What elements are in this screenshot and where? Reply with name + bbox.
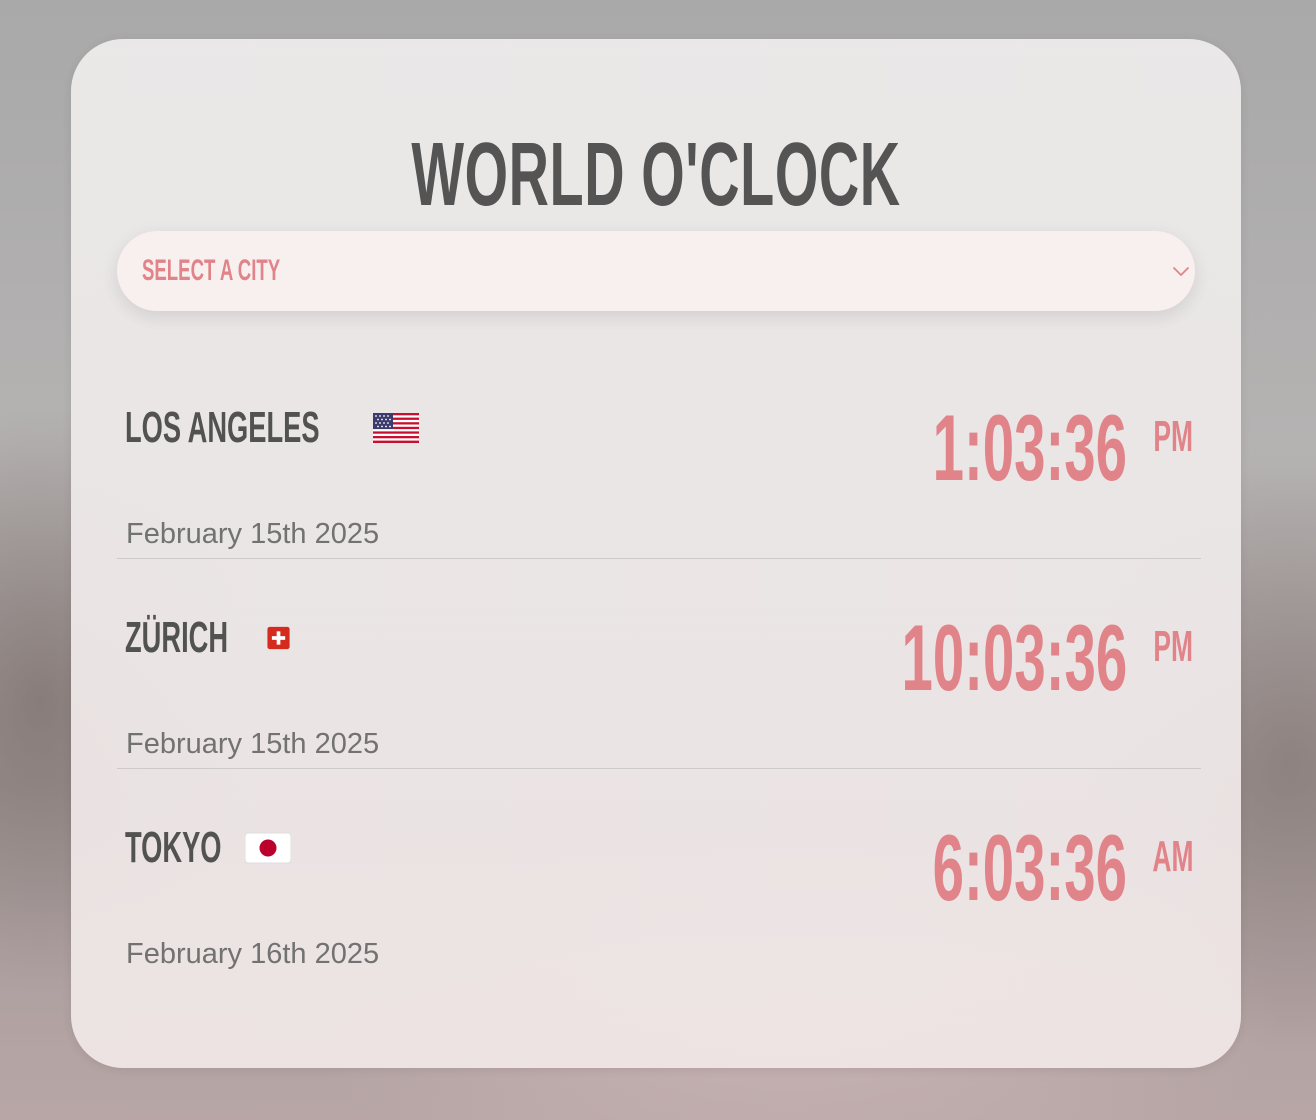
time-digits: 10:03:36 [901, 605, 1127, 710]
city-name-row: TOKYO [125, 823, 291, 873]
city-name-row: ZÜRICH [125, 613, 297, 663]
city-date: February 16th 2025 [126, 938, 380, 970]
page-title: WORLD O'CLOCK [411, 125, 901, 225]
city-select-label: SELECT A CITY [142, 254, 281, 287]
city-row-los-angeles: LOS ANGELES February 15th 2025 1:03:36 P… [117, 348, 1201, 559]
city-name-row: LOS ANGELES [125, 403, 419, 453]
city-row-tokyo: TOKYO February 16th 2025 6:03:36 AM [117, 768, 1201, 978]
city-date: February 15th 2025 [126, 728, 380, 760]
time-digits: 6:03:36 [932, 815, 1127, 920]
city-name: LOS ANGELES [125, 403, 320, 452]
chevron-down-icon [1173, 267, 1189, 276]
time-period: AM [1151, 832, 1193, 881]
world-clock-card: WORLD O'CLOCK SELECT A CITY LOS ANGELES [71, 39, 1241, 1068]
time-period: PM [1153, 412, 1193, 461]
city-name: ZÜRICH [125, 613, 229, 662]
city-date: February 15th 2025 [126, 518, 380, 550]
time-digits: 1:03:36 [932, 395, 1127, 500]
city-select[interactable]: SELECT A CITY [117, 231, 1195, 311]
us-flag-icon [372, 413, 419, 443]
japan-flag-icon [244, 832, 291, 864]
city-row-zurich: ZÜRICH February 15th 2025 10:03:36 PM [117, 558, 1201, 769]
time-period: PM [1153, 622, 1193, 671]
switzerland-flag-icon [267, 626, 290, 650]
city-name: TOKYO [125, 823, 222, 872]
